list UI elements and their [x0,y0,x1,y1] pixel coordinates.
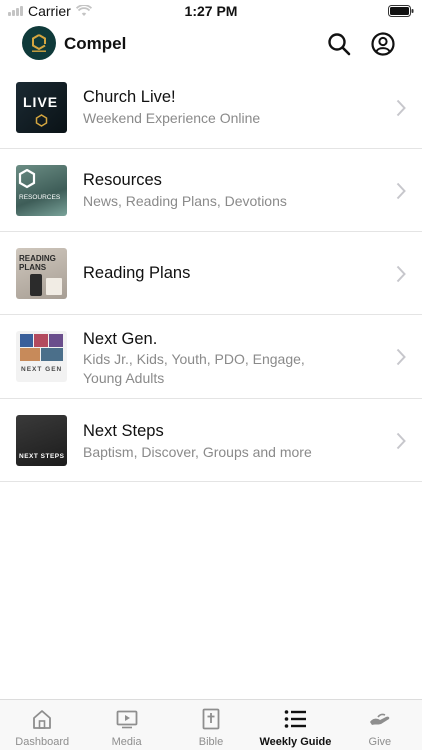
thumb-label: NEXT GEN [21,366,63,373]
photo-tile [34,334,48,347]
tab-media[interactable]: Media [84,700,168,750]
tab-bible[interactable]: Bible [169,700,253,750]
status-bar: Carrier 1:27 PM [0,0,422,22]
tab-weekly-guide[interactable]: Weekly Guide [253,700,337,750]
bible-icon [202,708,220,730]
status-time: 1:27 PM [184,3,238,19]
tab-label: Weekly Guide [259,736,332,748]
logo-mark-icon [32,34,46,52]
list-item-reading-plans[interactable]: READING PLANS Reading Plans [0,232,422,315]
next-gen-thumbnail: NEXT GEN [16,331,67,382]
app-header: Compel [0,22,422,66]
chevron-right-icon [396,348,406,366]
play-icon [116,710,138,729]
photo-tile [20,334,33,347]
item-subtitle: Kids Jr., Kids, Youth, PDO, Engage, Youn… [83,351,305,386]
tab-dashboard[interactable]: Dashboard [0,700,84,750]
chevron-right-icon [396,432,406,450]
tab-label: Bible [198,736,224,748]
chevron-right-icon [396,265,406,283]
item-subtitle: Baptism, Discover, Groups and more [83,444,312,460]
give-icon [369,713,390,725]
list-item-resources[interactable]: RESOURCES Resources News, Reading Plans,… [0,149,422,232]
tab-label: Give [368,736,392,748]
phone-image [30,274,42,296]
tab-label: Dashboard [15,736,70,748]
reading-plans-thumbnail: READING PLANS [16,248,67,299]
tab-label: Media [111,736,142,748]
item-subtitle: News, Reading Plans, Devotions [83,193,287,209]
battery-icon [388,4,414,20]
church-live-thumbnail: LIVE [16,82,67,133]
item-title: Church Live! [83,88,176,106]
item-subtitle: Weekend Experience Online [83,110,261,126]
photo-tile [49,334,63,347]
thumb-label: LIVE [23,94,59,110]
weekly-guide-list: LIVE Church Live! Weekend Experience Onl… [0,66,422,482]
logo-mark-icon [18,169,36,189]
home-icon [33,710,52,729]
compel-logo[interactable] [22,26,56,60]
book-image [46,278,62,295]
search-icon[interactable] [326,31,352,57]
app-title: Compel [64,34,127,53]
chevron-right-icon [396,182,406,200]
list-item-next-gen[interactable]: NEXT GEN Next Gen. Kids Jr., Kids, Youth… [0,315,422,399]
chevron-right-icon [396,99,406,117]
account-icon[interactable] [370,31,396,57]
next-steps-thumbnail: NEXT STEPS [16,415,67,466]
logo-mark-icon [35,114,48,127]
tab-give[interactable]: Give [338,700,422,750]
tab-bar: Dashboard Media Bible Weekly Guide Give [0,699,422,750]
list-item-church-live[interactable]: LIVE Church Live! Weekend Experience Onl… [0,66,422,149]
list-icon [285,710,307,728]
item-title: Next Gen. [83,330,158,348]
thumb-label: NEXT STEPS [19,453,65,460]
list-item-next-steps[interactable]: NEXT STEPS Next Steps Baptism, Discover,… [0,399,422,482]
thumb-label: RESOURCES [19,194,61,201]
item-title: Reading Plans [83,264,191,282]
photo-tile [20,348,40,361]
item-title: Next Steps [83,422,164,440]
item-title: Resources [83,171,162,189]
photo-tile [41,348,63,361]
resources-thumbnail: RESOURCES [16,165,67,216]
thumb-label: READING PLANS [19,254,56,272]
